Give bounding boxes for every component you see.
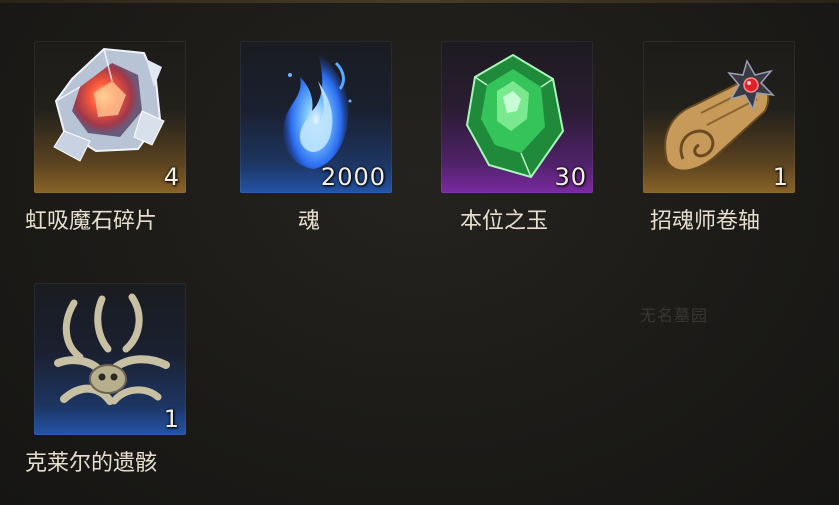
item-slot-scroll[interactable]: 1 招魂师卷轴: [643, 41, 833, 241]
item-name: 本位之玉: [460, 209, 549, 234]
item-tile[interactable]: 1: [643, 41, 795, 193]
item-name: 克莱尔的遗骸: [25, 451, 158, 476]
item-count: 1: [163, 405, 180, 433]
item-tile[interactable]: 4: [34, 41, 186, 193]
item-tile[interactable]: 30: [441, 41, 593, 193]
item-slot-crystal-shard[interactable]: 4 虹吸魔石碎片: [25, 41, 224, 241]
item-tile[interactable]: 2000: [240, 41, 392, 193]
item-slot-green-gem[interactable]: 30 本位之玉: [441, 41, 631, 241]
background-faint-text: 无名墓园: [640, 306, 709, 325]
item-slot-soul[interactable]: 2000 魂: [240, 41, 430, 241]
item-name: 虹吸魔石碎片: [25, 209, 158, 234]
item-count: 2000: [320, 163, 386, 191]
item-count: 30: [554, 163, 587, 191]
item-count: 4: [163, 163, 180, 191]
item-tile[interactable]: 1: [34, 283, 186, 435]
item-name: 魂: [298, 209, 321, 234]
top-border: [0, 0, 839, 3]
item-count: 1: [772, 163, 789, 191]
item-name: 招魂师卷轴: [650, 209, 761, 234]
item-slot-remains[interactable]: 1 克莱尔的遗骸: [25, 283, 224, 483]
